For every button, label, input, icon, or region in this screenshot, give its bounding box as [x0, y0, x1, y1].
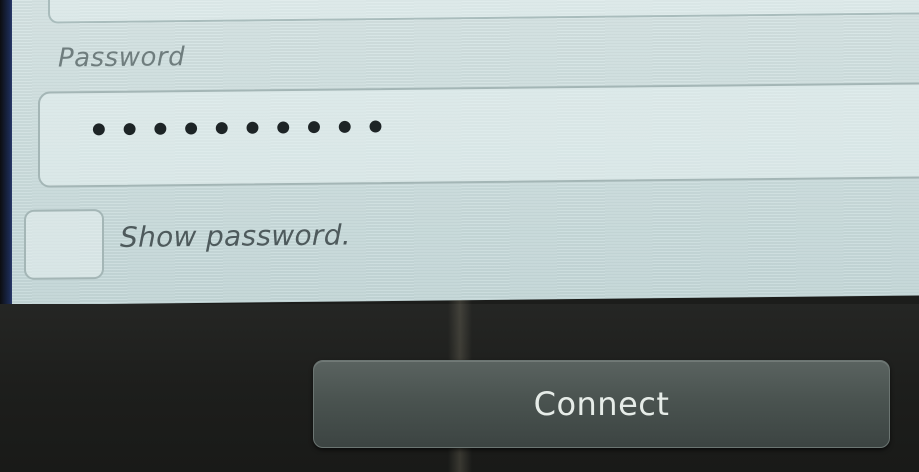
- connect-button[interactable]: Connect: [313, 360, 890, 448]
- wifi-connect-dialog: Password •••••••••• Show password. Conne…: [0, 0, 919, 472]
- show-password-label[interactable]: Show password.: [120, 218, 351, 253]
- device-bezel: [0, 0, 12, 310]
- show-password-checkbox[interactable]: [24, 208, 104, 280]
- password-label: Password: [58, 42, 186, 74]
- password-masked-value: ••••••••••: [88, 107, 396, 152]
- dialog-panel: Password •••••••••• Show password.: [8, 0, 919, 305]
- previous-field-edge: [48, 0, 919, 24]
- connect-button-label: Connect: [533, 385, 670, 423]
- password-input[interactable]: ••••••••••: [38, 82, 919, 188]
